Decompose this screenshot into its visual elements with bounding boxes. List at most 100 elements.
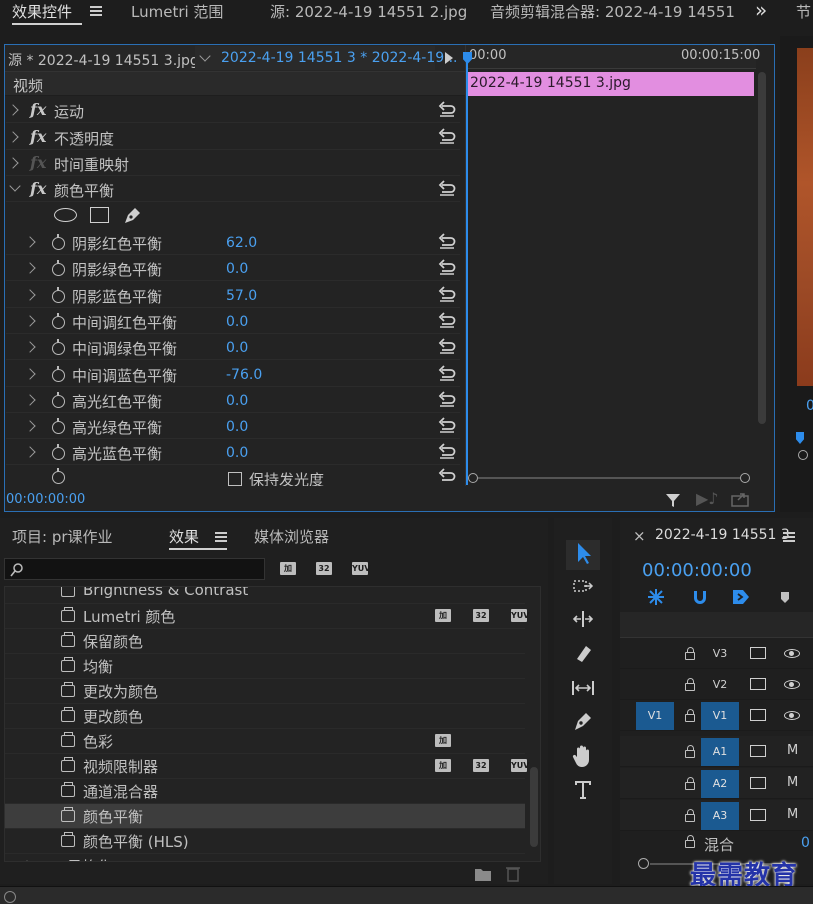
yuv-filter-toggle[interactable]: YUV [352, 562, 370, 575]
tab-next-panel[interactable]: 节 [796, 1, 811, 22]
effect-list-item[interactable]: 色彩 加 [5, 729, 525, 754]
tab-media-browser[interactable]: 媒体浏览器 [254, 526, 329, 547]
tab-project[interactable]: 项目: pr课作业 [12, 526, 113, 547]
timeline-timecode[interactable]: 00:00:00:00 [642, 560, 752, 581]
timeline-zoom-handle[interactable] [638, 858, 649, 869]
mute-button[interactable]: M [787, 775, 798, 790]
reset-icon[interactable] [438, 443, 456, 460]
lock-icon[interactable] [685, 678, 695, 691]
param-row[interactable]: 中间调蓝色平衡 -76.0 [6, 361, 460, 387]
effects-panel-menu-icon[interactable] [215, 532, 227, 542]
tab-effect-controls[interactable]: 效果控件 [12, 1, 72, 22]
effect-row-color-balance[interactable]: fx 颜色平衡 [6, 176, 460, 202]
param-row[interactable]: 中间调红色平衡 0.0 [6, 308, 460, 334]
add-marker-icon[interactable] [778, 590, 792, 604]
effect-list-item[interactable]: 颜色平衡 [5, 804, 525, 829]
reset-icon[interactable] [438, 364, 456, 381]
lock-icon[interactable] [685, 709, 695, 722]
reset-icon[interactable] [438, 338, 456, 354]
clip-bar[interactable]: 2022-4-19 14551 3.jpg [466, 72, 754, 96]
effects-list-scrollbar[interactable] [530, 767, 538, 847]
mute-button[interactable]: M [787, 743, 798, 758]
chevron-right-icon[interactable] [24, 236, 36, 248]
stopwatch-icon[interactable] [52, 391, 65, 408]
track-target-button[interactable]: V1 [701, 702, 739, 730]
program-scroll-handle[interactable] [798, 450, 808, 460]
reset-icon[interactable] [438, 417, 456, 433]
ellipse-mask-icon[interactable] [54, 208, 77, 222]
sync-lock-icon[interactable] [750, 777, 766, 789]
sequence-clip-dropdown[interactable]: 2022-4-19 14551 3 * 2022-4-19... [195, 46, 458, 70]
stopwatch-icon[interactable] [52, 260, 65, 277]
stopwatch-icon[interactable] [52, 444, 65, 461]
chevron-right-icon[interactable] [24, 446, 36, 459]
track-target-button[interactable]: V3 [701, 640, 739, 668]
filter-icon[interactable] [664, 491, 682, 509]
snap-magnet-icon[interactable] [690, 587, 710, 607]
fx-icon[interactable]: fx [30, 100, 46, 119]
pen-mask-icon[interactable] [122, 205, 144, 225]
reset-icon[interactable] [438, 233, 456, 249]
chevron-right-icon[interactable] [24, 420, 36, 432]
reset-icon[interactable] [438, 180, 456, 196]
chevron-right-icon[interactable] [24, 341, 36, 353]
linked-selection-icon[interactable] [730, 587, 752, 607]
reset-icon[interactable] [438, 468, 456, 484]
chevron-right-icon[interactable] [24, 262, 36, 274]
accelerated-filter-toggle[interactable]: 加 [280, 562, 296, 575]
eye-icon[interactable] [784, 711, 800, 720]
effect-list-item[interactable]: Brightness & Contrast [5, 587, 525, 604]
track-target-button[interactable]: A1 [701, 738, 739, 766]
chevron-right-icon[interactable] [7, 104, 19, 116]
stopwatch-icon[interactable] [52, 468, 65, 484]
scroll-handle-left[interactable] [468, 473, 478, 483]
fx-icon[interactable]: fx [30, 127, 46, 146]
chevron-right-icon[interactable] [7, 157, 19, 169]
ripple-edit-tool[interactable] [566, 607, 600, 637]
source-patch-button[interactable]: V1 [636, 702, 674, 730]
track-target-button[interactable]: A2 [701, 770, 739, 798]
timeline-sequence-tab[interactable]: 2022-4-19 14551 3 [655, 527, 790, 543]
tab-overflow-button[interactable]: » [755, 0, 767, 22]
reset-icon[interactable] [438, 285, 456, 302]
horizontal-scrollbar[interactable] [466, 472, 754, 484]
effect-list-item[interactable]: Lumetri 颜色 加 32 YUV [5, 604, 529, 629]
param-value[interactable]: 0.0 [226, 340, 248, 356]
effect-row-motion[interactable]: fx 运动 [6, 97, 460, 123]
effect-row-time-remap[interactable]: fx 时间重映射 [6, 150, 460, 176]
32bit-filter-toggle[interactable]: 32 [316, 562, 332, 575]
stopwatch-icon[interactable] [52, 339, 65, 356]
reset-icon[interactable] [438, 101, 456, 117]
preserve-luminosity-checkbox[interactable] [228, 472, 242, 486]
effect-list-item[interactable]: 均衡 [5, 654, 525, 679]
panel-menu-icon[interactable] [90, 6, 102, 16]
eye-icon[interactable] [784, 680, 800, 689]
effect-list-item[interactable]: 通道混合器 [5, 779, 525, 804]
reset-icon[interactable] [438, 259, 456, 276]
effect-list-item[interactable]: 颜色平衡 (HLS) [5, 829, 525, 854]
nest-toggle-icon[interactable] [646, 587, 666, 607]
lock-icon[interactable] [685, 809, 695, 822]
mute-button[interactable]: M [787, 807, 798, 822]
effect-list-item[interactable]: 视频限制器 加 32 YUV [5, 754, 529, 779]
export-icon[interactable] [730, 490, 750, 508]
reset-icon[interactable] [438, 128, 456, 144]
play-clip-icon[interactable] [445, 52, 453, 64]
param-value[interactable]: 62.0 [226, 235, 257, 251]
chevron-right-icon[interactable] [21, 860, 33, 861]
lock-icon[interactable] [685, 777, 695, 790]
param-row[interactable]: 高光红色平衡 0.0 [6, 387, 460, 413]
stopwatch-icon[interactable] [52, 234, 65, 250]
param-row[interactable]: 阴影蓝色平衡 57.0 [6, 282, 460, 308]
current-timecode[interactable]: 00:00:00:00 [6, 492, 85, 507]
chevron-right-icon[interactable] [24, 394, 36, 406]
effect-list-item[interactable]: 保留颜色 [5, 629, 525, 654]
param-value[interactable]: -76.0 [226, 367, 262, 383]
tab-source-monitor[interactable]: 源: 2022-4-19 14551 2.jpg [270, 1, 467, 22]
selection-tool[interactable] [566, 540, 600, 570]
tab-effects[interactable]: 效果 [169, 526, 199, 547]
effect-list-item[interactable]: 更改为颜色 [5, 679, 525, 704]
track-target-button[interactable]: A3 [701, 802, 739, 830]
tab-lumetri-scopes[interactable]: Lumetri 范围 [131, 1, 223, 22]
param-value[interactable]: 0.0 [226, 314, 248, 330]
